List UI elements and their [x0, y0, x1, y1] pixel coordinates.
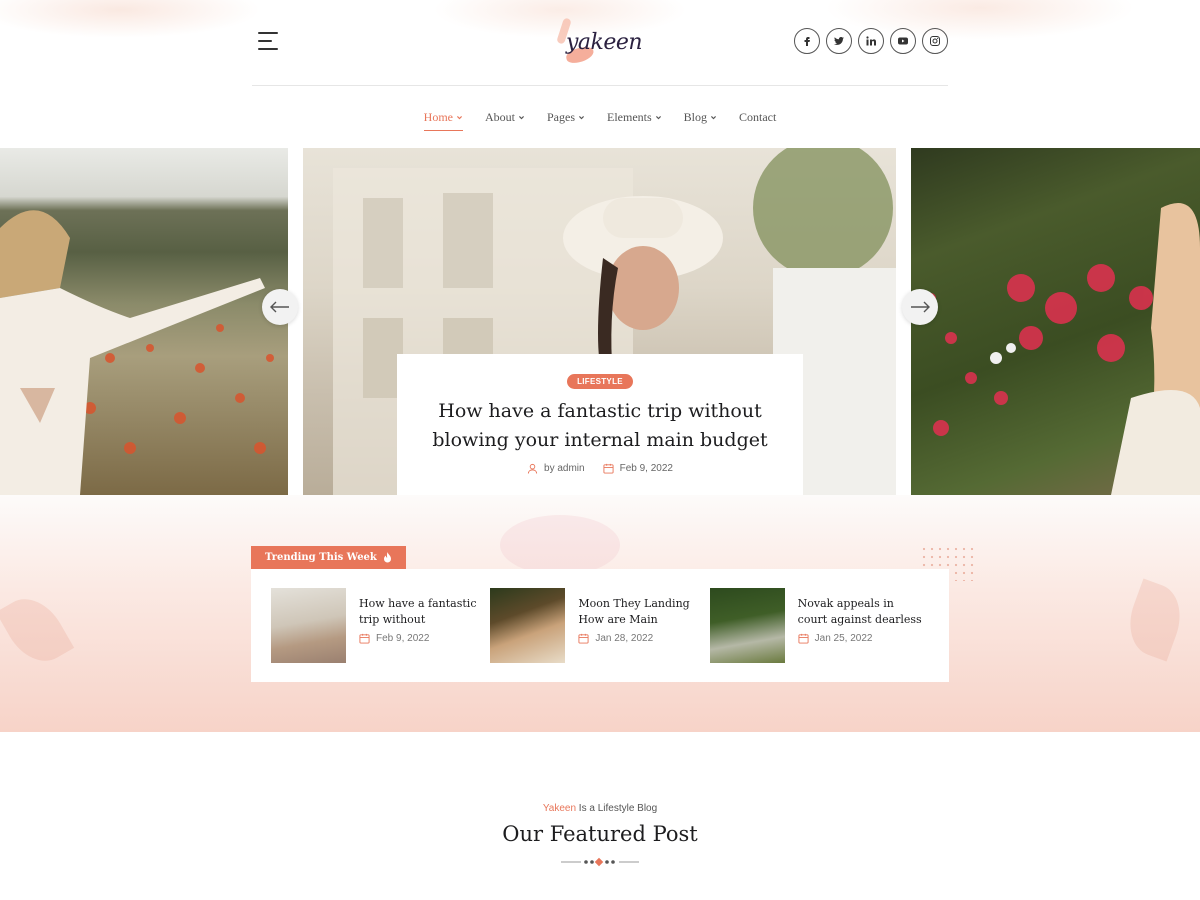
featured-kicker-brand: Yakeen: [542, 803, 577, 814]
featured-kicker-text: Is a Lifestyle Blog: [576, 803, 658, 814]
trending-post-date-label: Feb 9, 2022: [376, 633, 430, 644]
chevron-down-icon: [711, 116, 716, 120]
trending-post-title[interactable]: How have a fantastic trip without: [359, 596, 484, 628]
instagram-icon[interactable]: [922, 28, 948, 54]
slider-image-next[interactable]: [911, 148, 1200, 495]
trending-post[interactable]: Novak appeals in court against dearless …: [709, 588, 929, 663]
main-navigation: Home About Pages Elements Blog Contact: [0, 110, 1200, 131]
social-links: [794, 28, 948, 54]
chevron-down-icon: [579, 116, 584, 120]
nav-item-label: Home: [423, 110, 453, 124]
trending-post-title[interactable]: Moon They Landing How are Main: [578, 596, 703, 628]
calendar-icon: [578, 633, 589, 644]
trending-post-date: Jan 25, 2022: [798, 633, 923, 644]
site-header: yakeen: [252, 0, 948, 86]
chevron-down-icon: [519, 116, 524, 120]
nav-item-label: Blog: [683, 110, 707, 124]
nav-item-pages[interactable]: Pages: [547, 110, 585, 125]
trending-label: Trending This Week: [251, 546, 406, 569]
post-date: Feb 9, 2022: [603, 463, 673, 474]
linkedin-icon[interactable]: [858, 28, 884, 54]
trending-post-date: Jan 28, 2022: [578, 633, 703, 644]
post-author-label: by admin: [544, 463, 585, 474]
trending-post-title[interactable]: Novak appeals in court against dearless: [798, 596, 923, 628]
trending-post-thumbnail[interactable]: [709, 588, 785, 663]
trending-post[interactable]: Moon They Landing How are Main Jan 28, 2…: [490, 588, 709, 663]
logo-text: yakeen: [566, 30, 643, 55]
trending-post-thumbnail[interactable]: [490, 588, 566, 663]
hero-post-meta: by admin Feb 9, 2022: [397, 463, 803, 474]
nav-item-label: About: [485, 110, 515, 124]
nav-item-label: Elements: [607, 110, 652, 124]
youtube-icon[interactable]: [890, 28, 916, 54]
calendar-icon: [798, 633, 809, 644]
trending-label-text: Trending This Week: [265, 552, 377, 563]
trending-post[interactable]: How have a fantastic trip without Feb 9,…: [271, 588, 490, 663]
nav-item-elements[interactable]: Elements: [607, 110, 662, 125]
nav-item-about[interactable]: About: [485, 110, 525, 125]
nav-item-label: Pages: [547, 110, 575, 124]
twitter-icon[interactable]: [826, 28, 852, 54]
category-badge[interactable]: LIFESTYLE: [567, 374, 633, 389]
nav-item-blog[interactable]: Blog: [684, 110, 717, 125]
chevron-down-icon: [457, 116, 462, 120]
user-icon: [527, 463, 538, 474]
nav-item-home[interactable]: Home: [423, 110, 464, 131]
flowers-woman-illustration: [926, 203, 1200, 495]
hero-post-title[interactable]: How have a fantastic trip without blowin…: [427, 397, 773, 455]
calendar-icon: [359, 633, 370, 644]
slider-image-previous[interactable]: [0, 148, 288, 495]
site-logo[interactable]: yakeen: [556, 17, 643, 70]
floral-decoration: [500, 515, 620, 575]
trending-post-date-label: Jan 28, 2022: [595, 633, 654, 644]
leaf-decoration: [0, 587, 75, 673]
leaf-decoration: [1119, 578, 1191, 662]
chevron-down-icon: [655, 116, 661, 120]
hero-post-card: LIFESTYLE How have a fantastic trip with…: [397, 354, 803, 495]
facebook-icon[interactable]: [794, 28, 820, 54]
nav-item-contact[interactable]: Contact: [739, 110, 776, 125]
trending-post-date-label: Jan 25, 2022: [814, 633, 873, 644]
featured-kicker: Yakeen Is a Lifestyle Blog: [0, 803, 1200, 814]
featured-section-title: Our Featured Post: [502, 822, 698, 846]
arrow-left-icon: [270, 301, 289, 313]
hamburger-icon[interactable]: [258, 32, 278, 50]
slider-prev-button[interactable]: [262, 289, 298, 325]
trending-post-thumbnail[interactable]: [271, 588, 346, 663]
trending-post-date: Feb 9, 2022: [359, 633, 484, 644]
trending-posts-list: How have a fantastic trip without Feb 9,…: [251, 569, 949, 682]
field-woman-illustration: [0, 210, 274, 495]
post-author[interactable]: by admin: [527, 463, 585, 474]
arrow-right-icon: [911, 301, 930, 313]
post-date-label: Feb 9, 2022: [619, 463, 673, 474]
nav-item-label: Contact: [739, 110, 777, 124]
flame-icon: [383, 552, 391, 563]
calendar-icon: [603, 463, 614, 474]
slider-next-button[interactable]: [902, 289, 938, 325]
ornament-divider: [561, 857, 639, 867]
